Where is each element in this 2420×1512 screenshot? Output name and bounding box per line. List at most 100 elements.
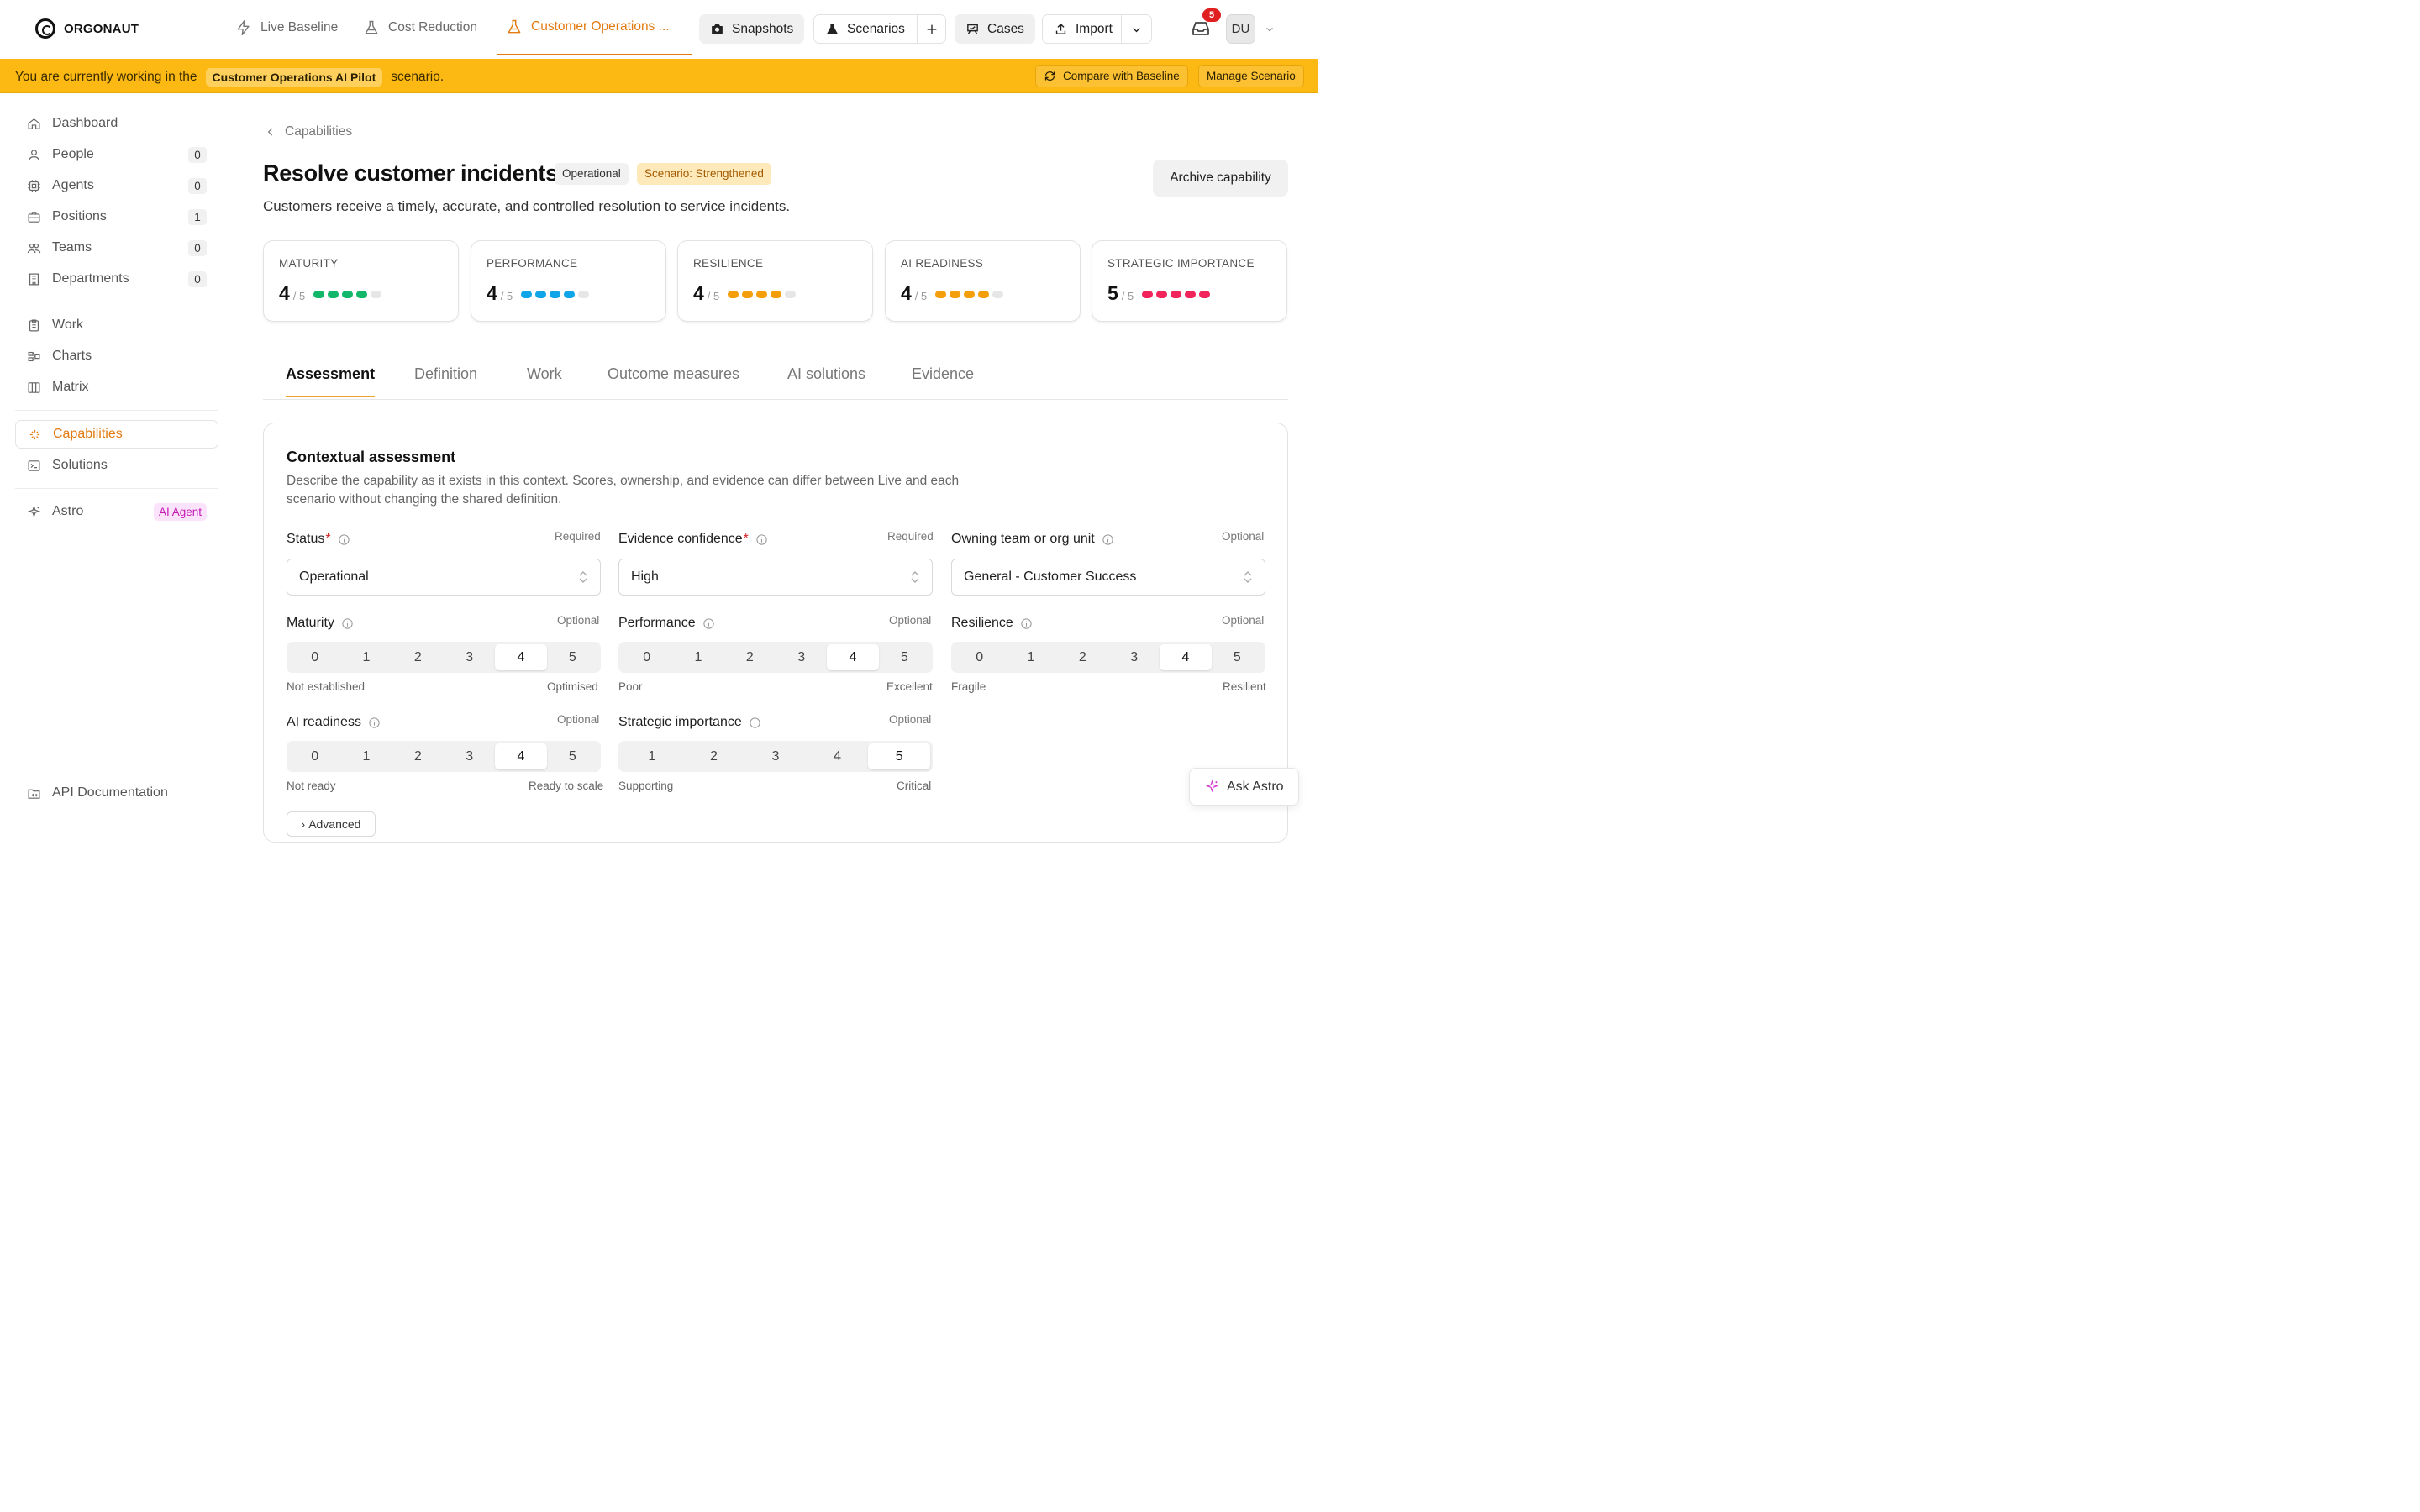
breadcrumb[interactable]: Capabilities	[265, 124, 352, 139]
status-select[interactable]: Operational	[287, 559, 601, 596]
user-avatar[interactable]: DU	[1226, 14, 1255, 44]
info-icon[interactable]	[368, 717, 381, 729]
scale-option[interactable]: 2	[392, 644, 444, 670]
scale-option[interactable]: 2	[1057, 644, 1108, 670]
snapshots-button[interactable]: Snapshots	[699, 14, 805, 44]
metric-dots	[521, 291, 589, 298]
scale-option[interactable]: 5	[868, 743, 930, 769]
info-icon[interactable]	[702, 617, 715, 630]
chevron-down-icon[interactable]	[1130, 24, 1143, 36]
sidebar-item-label: Teams	[52, 240, 92, 255]
rating-dot	[342, 291, 353, 298]
rating-dot	[785, 291, 796, 298]
tab-work[interactable]: Work	[527, 365, 562, 396]
chevron-down-icon[interactable]	[1264, 24, 1276, 35]
scale-option[interactable]: 3	[444, 644, 495, 670]
scale-option[interactable]: 1	[340, 644, 392, 670]
sidebar-item-charts[interactable]: Charts	[15, 342, 218, 370]
sidebar-item-matrix[interactable]: Matrix	[15, 373, 218, 402]
info-icon[interactable]	[749, 717, 761, 729]
sidebar-item-label: Dashboard	[52, 116, 118, 130]
scale-option[interactable]: 0	[289, 644, 340, 670]
cases-button[interactable]: Cases	[955, 14, 1035, 44]
top-bar: ORGONAUT Live Baseline Cost Reduction Cu…	[0, 0, 1318, 59]
rating-dot	[550, 291, 560, 298]
tab-ai-solutions[interactable]: AI solutions	[787, 365, 865, 396]
info-icon[interactable]	[338, 533, 350, 546]
tab-definition[interactable]: Definition	[414, 365, 477, 396]
scale-option[interactable]: 5	[547, 644, 598, 670]
metric-score: 4	[487, 282, 497, 304]
scale-option[interactable]: 2	[724, 644, 776, 670]
metric-card-maturity: MATURITY 4/ 5	[263, 240, 459, 322]
orgonaut-logo-icon	[35, 18, 55, 39]
scale-option[interactable]: 0	[954, 644, 1005, 670]
info-icon[interactable]	[755, 533, 768, 546]
scale-option[interactable]: 1	[340, 743, 392, 769]
sidebar-item-positions[interactable]: Positions 1	[15, 202, 218, 231]
evidence-confidence-select[interactable]: High	[618, 559, 933, 596]
plus-icon[interactable]	[925, 23, 939, 36]
tab-evidence[interactable]: Evidence	[912, 365, 974, 396]
tab-outcome-measures[interactable]: Outcome measures	[608, 365, 739, 396]
scale-option[interactable]: 3	[1108, 644, 1160, 670]
cases-icon	[967, 24, 978, 34]
scale-option[interactable]: 2	[392, 743, 444, 769]
brand-logo[interactable]: ORGONAUT	[35, 18, 139, 39]
ask-astro-button[interactable]: Ask Astro	[1189, 768, 1299, 806]
sidebar-item-teams[interactable]: Teams 0	[15, 234, 218, 262]
scale-option[interactable]: 1	[672, 644, 723, 670]
scale-option[interactable]: 2	[683, 743, 745, 769]
scale-option[interactable]: 0	[621, 644, 672, 670]
sidebar-item-solutions[interactable]: Solutions	[15, 451, 218, 480]
contextual-assessment-card: Contextual assessment Describe the capab…	[263, 423, 1288, 843]
owning-team-select[interactable]: General - Customer Success	[951, 559, 1265, 596]
sidebar-item-agents[interactable]: Agents 0	[15, 171, 218, 200]
scenarios-button[interactable]: Scenarios	[813, 14, 946, 44]
scale-option[interactable]: 3	[744, 743, 807, 769]
manage-scenario-button[interactable]: Manage Scenario	[1198, 65, 1304, 87]
notification-badge: 5	[1202, 8, 1221, 22]
scale-option[interactable]: 5	[1212, 644, 1263, 670]
nav-tab-cost-reduction[interactable]: Cost Reduction	[363, 0, 477, 55]
rating-dot	[1142, 291, 1153, 298]
scale-option[interactable]: 4	[827, 644, 879, 670]
nav-tab-live-baseline[interactable]: Live Baseline	[235, 0, 338, 55]
info-icon[interactable]	[341, 617, 354, 630]
optional-hint: Optional	[889, 713, 932, 726]
scale-option[interactable]: 3	[444, 743, 495, 769]
advanced-toggle-button[interactable]: › Advanced	[287, 811, 376, 837]
scale-option[interactable]: 4	[495, 644, 547, 670]
scale-option[interactable]: 4	[1160, 644, 1212, 670]
metric-score: 4	[279, 282, 290, 304]
sidebar-item-capabilities[interactable]: Capabilities	[15, 420, 218, 449]
metric-card-performance: PERFORMANCE 4/ 5	[471, 240, 666, 322]
rating-dot	[964, 291, 975, 298]
scale-option[interactable]: 1	[1005, 644, 1056, 670]
sidebar-item-people[interactable]: People 0	[15, 140, 218, 169]
tab-assessment[interactable]: Assessment	[286, 365, 376, 397]
sidebar-item-dashboard[interactable]: Dashboard	[15, 109, 218, 138]
scale-option[interactable]: 5	[547, 743, 598, 769]
sidebar-divider	[15, 488, 218, 489]
scale-option[interactable]: 4	[495, 743, 547, 769]
info-icon[interactable]	[1020, 617, 1033, 630]
import-button[interactable]: Import	[1042, 14, 1152, 44]
sidebar-item-astro[interactable]: Astro AI Agent	[15, 497, 218, 526]
sidebar-item-api-documentation[interactable]: API Documentation	[15, 779, 218, 807]
nav-tab-customer-operations[interactable]: Customer Operations ...	[497, 0, 692, 55]
scale-option[interactable]: 3	[776, 644, 827, 670]
compare-baseline-button[interactable]: Compare with Baseline	[1035, 65, 1188, 87]
scale-option[interactable]: 0	[289, 743, 340, 769]
scale-option[interactable]: 1	[621, 743, 683, 769]
field-label-text: Owning team or org unit	[951, 532, 1095, 546]
scale-option[interactable]: 5	[879, 644, 930, 670]
metric-dots	[1142, 291, 1210, 298]
sidebar-item-departments[interactable]: Departments 0	[15, 265, 218, 293]
info-icon[interactable]	[1102, 533, 1114, 546]
scale-option[interactable]: 4	[807, 743, 869, 769]
archive-capability-button[interactable]: Archive capability	[1153, 160, 1288, 197]
required-hint: Required	[555, 530, 601, 543]
sidebar-item-work[interactable]: Work	[15, 311, 218, 339]
owning-team-label: Owning team or org unit	[951, 532, 1114, 547]
